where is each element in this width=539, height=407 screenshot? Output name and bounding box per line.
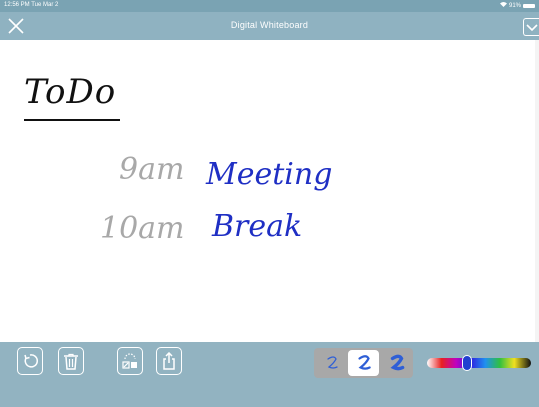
battery-percent: 91% xyxy=(508,2,521,9)
color-slider-thumb[interactable] xyxy=(462,355,472,371)
pen-size-selector xyxy=(314,348,413,378)
clear-canvas-button[interactable] xyxy=(117,347,143,375)
clear-canvas-icon xyxy=(122,353,137,369)
canvas-edge xyxy=(535,40,539,342)
trash-icon xyxy=(64,353,78,370)
undo-icon xyxy=(24,354,38,368)
battery-icon xyxy=(523,3,535,8)
pen-thick-button[interactable] xyxy=(381,348,412,378)
chevron-down-icon xyxy=(526,24,538,32)
pen-thick-icon xyxy=(390,354,404,371)
heading-underline xyxy=(24,119,120,121)
collapse-button[interactable] xyxy=(523,18,539,36)
status-bar: 12:56 PM Tue Mar 2 91% xyxy=(0,0,539,12)
pen-medium-button[interactable] xyxy=(348,350,379,376)
pen-medium-icon xyxy=(357,355,371,370)
delete-button[interactable] xyxy=(58,347,84,375)
whiteboard-canvas[interactable]: ToDo 9am Meeting 10am Break xyxy=(0,40,539,342)
undo-button[interactable] xyxy=(17,347,43,375)
bottom-toolbar xyxy=(0,342,539,407)
pen-thin-icon xyxy=(326,356,338,369)
share-button[interactable] xyxy=(156,347,182,375)
pen-thin-button[interactable] xyxy=(316,348,347,378)
share-icon xyxy=(163,352,175,370)
item-task: Break xyxy=(212,209,303,244)
status-time: 12:56 PM Tue Mar 2 xyxy=(4,2,59,8)
wifi-icon xyxy=(499,2,507,9)
item-time: 10am xyxy=(100,211,185,246)
item-time: 9am xyxy=(119,152,185,187)
battery-indicator: 91% xyxy=(499,2,535,9)
heading-todo: ToDo xyxy=(24,72,117,112)
item-task: Meeting xyxy=(206,157,333,192)
page-title: Digital Whiteboard xyxy=(230,20,309,30)
color-slider[interactable] xyxy=(427,358,531,368)
title-bar: Digital Whiteboard xyxy=(0,12,539,40)
